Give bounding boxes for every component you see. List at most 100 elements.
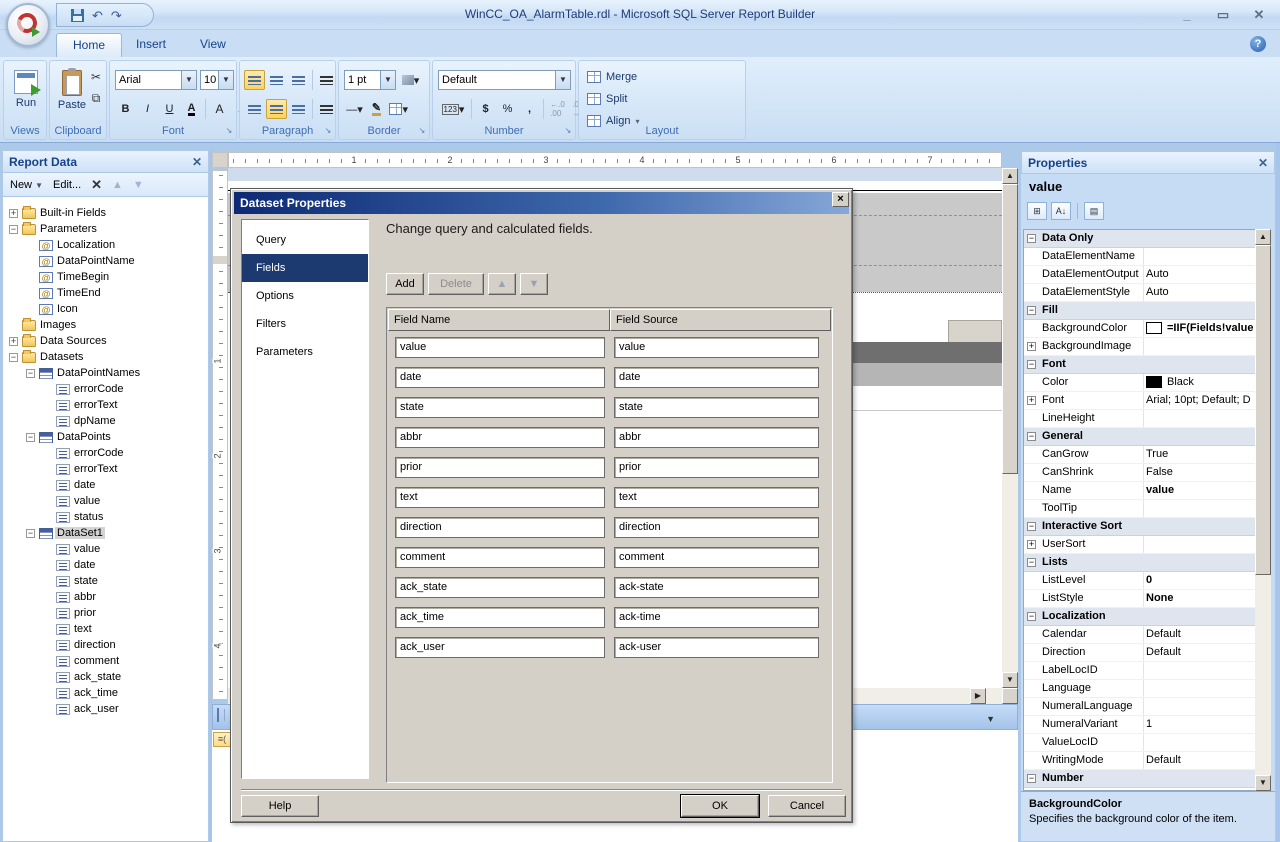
- collapse-icon[interactable]: −: [9, 353, 18, 362]
- dialog-title-bar[interactable]: Dataset Properties: [234, 192, 849, 214]
- tree-item[interactable]: DataPointName: [3, 254, 208, 270]
- collapse-icon[interactable]: −: [1027, 432, 1036, 441]
- number-format-combo[interactable]: Default▼: [438, 70, 571, 90]
- property-value[interactable]: Default: [1146, 646, 1256, 658]
- collapse-icon[interactable]: −: [1027, 774, 1036, 783]
- property-row-usersort[interactable]: +UserSort: [1024, 536, 1258, 554]
- field-source-input[interactable]: text: [614, 487, 819, 508]
- column-header-field-name[interactable]: Field Name: [388, 309, 610, 331]
- property-row-backgroundimage[interactable]: +BackgroundImage: [1024, 338, 1258, 356]
- field-source-input[interactable]: date: [614, 367, 819, 388]
- property-row-font[interactable]: +FontArial; 10pt; Default; D: [1024, 392, 1258, 410]
- property-row-dataelementoutput[interactable]: DataElementOutputAuto: [1024, 266, 1258, 284]
- tab-view[interactable]: View: [184, 33, 242, 57]
- property-row-cangrow[interactable]: CanGrowTrue: [1024, 446, 1258, 464]
- field-name-input[interactable]: ack_time: [395, 607, 605, 628]
- collapse-icon[interactable]: −: [9, 225, 18, 234]
- field-name-input[interactable]: comment: [395, 547, 605, 568]
- align-top-button[interactable]: [244, 70, 265, 90]
- property-row-liststyle[interactable]: ListStyleNone: [1024, 590, 1258, 608]
- number-format-123-button[interactable]: 123▾: [438, 99, 468, 119]
- ok-button[interactable]: OK: [681, 795, 759, 817]
- dialog-close-icon[interactable]: ×: [832, 192, 849, 207]
- decrease-indent-button[interactable]: [316, 70, 337, 90]
- property-row-numerallanguage[interactable]: NumeralLanguage: [1024, 698, 1258, 716]
- property-row-listlevel[interactable]: ListLevel0: [1024, 572, 1258, 590]
- property-value[interactable]: value: [1146, 484, 1256, 496]
- field-name-input[interactable]: ack_user: [395, 637, 605, 658]
- property-row-lineheight[interactable]: LineHeight: [1024, 410, 1258, 428]
- help-icon[interactable]: ?: [1250, 36, 1266, 52]
- field-name-input[interactable]: state: [395, 397, 605, 418]
- field-name-input[interactable]: prior: [395, 457, 605, 478]
- field-source-input[interactable]: value: [614, 337, 819, 358]
- tree-item[interactable]: +Built-in Fields: [3, 206, 208, 222]
- field-name-input[interactable]: date: [395, 367, 605, 388]
- chevron-down-icon[interactable]: ▼: [555, 71, 570, 89]
- scroll-up-icon[interactable]: ▲: [1002, 168, 1018, 184]
- property-value[interactable]: =IIF(Fields!value: [1146, 322, 1256, 334]
- field-name-input[interactable]: text: [395, 487, 605, 508]
- increase-decimals-button[interactable]: ←.0.00: [547, 99, 568, 119]
- percent-button[interactable]: %: [497, 99, 518, 119]
- property-section-lists[interactable]: −Lists: [1024, 554, 1258, 572]
- add-button[interactable]: Add: [386, 273, 424, 295]
- tree-item[interactable]: TimeBegin: [3, 270, 208, 286]
- align-center-button[interactable]: [266, 99, 287, 119]
- property-section-fill[interactable]: −Fill: [1024, 302, 1258, 320]
- tab-insert[interactable]: Insert: [120, 33, 182, 57]
- tree-item[interactable]: value: [3, 494, 208, 510]
- merge-button[interactable]: Merge: [587, 67, 637, 87]
- properties-scroll-thumb[interactable]: [1255, 245, 1271, 575]
- thousands-separator-button[interactable]: ,: [519, 99, 540, 119]
- tree-item[interactable]: dpName: [3, 414, 208, 430]
- bold-button[interactable]: B: [115, 99, 136, 119]
- expand-icon[interactable]: +: [1027, 540, 1036, 549]
- collapse-icon[interactable]: −: [1027, 360, 1036, 369]
- alphabetical-sort-icon[interactable]: A↓: [1051, 202, 1071, 220]
- categorized-view-icon[interactable]: ⊞: [1027, 202, 1047, 220]
- close-icon[interactable]: ✕: [192, 155, 202, 169]
- delete-icon[interactable]: ✕: [91, 177, 102, 193]
- tree-item[interactable]: ack_time: [3, 686, 208, 702]
- dialog-tab-query[interactable]: Query: [242, 226, 368, 254]
- field-source-input[interactable]: prior: [614, 457, 819, 478]
- field-source-input[interactable]: ack-time: [614, 607, 819, 628]
- tree-item[interactable]: comment: [3, 654, 208, 670]
- column-header-field-source[interactable]: Field Source: [610, 309, 831, 331]
- collapse-icon[interactable]: −: [26, 529, 35, 538]
- collapse-icon[interactable]: −: [1027, 522, 1036, 531]
- align-right-button[interactable]: [288, 99, 309, 119]
- fill-color-button[interactable]: ▾: [400, 70, 421, 90]
- property-value[interactable]: False: [1146, 466, 1256, 478]
- collapse-icon[interactable]: −: [1027, 306, 1036, 315]
- property-value[interactable]: Auto: [1146, 268, 1256, 280]
- tree-item[interactable]: errorCode: [3, 382, 208, 398]
- tree-item[interactable]: date: [3, 478, 208, 494]
- scroll-down-icon[interactable]: ▼: [1255, 775, 1271, 791]
- tab-home[interactable]: Home: [56, 33, 122, 57]
- split-button[interactable]: Split: [587, 89, 627, 109]
- property-value[interactable]: Auto: [1146, 286, 1256, 298]
- border-color-button[interactable]: ✎: [366, 99, 387, 119]
- tree-item[interactable]: errorCode: [3, 446, 208, 462]
- vertical-scroll-thumb[interactable]: [1002, 184, 1018, 474]
- property-section-localization[interactable]: −Localization: [1024, 608, 1258, 626]
- property-row-canshrink[interactable]: CanShrinkFalse: [1024, 464, 1258, 482]
- collapse-icon[interactable]: −: [1027, 558, 1036, 567]
- move-field-down-button[interactable]: ▼: [520, 273, 548, 295]
- font-name-combo[interactable]: Arial▼: [115, 70, 197, 90]
- tree-item[interactable]: Images: [3, 318, 208, 334]
- property-pages-icon[interactable]: ▤: [1084, 202, 1104, 220]
- help-button[interactable]: Help: [241, 795, 319, 817]
- collapse-icon[interactable]: −: [1027, 234, 1036, 243]
- delete-button[interactable]: Delete: [428, 273, 484, 295]
- underline-button[interactable]: U: [159, 99, 180, 119]
- font-size-combo[interactable]: 10▼: [200, 70, 234, 90]
- property-section-font[interactable]: −Font: [1024, 356, 1258, 374]
- collapse-icon[interactable]: −: [26, 433, 35, 442]
- scroll-right-icon[interactable]: ▶: [970, 688, 986, 704]
- line-style-button[interactable]: —▾: [344, 99, 365, 119]
- expand-icon[interactable]: +: [1027, 396, 1036, 405]
- move-field-up-button[interactable]: ▲: [488, 273, 516, 295]
